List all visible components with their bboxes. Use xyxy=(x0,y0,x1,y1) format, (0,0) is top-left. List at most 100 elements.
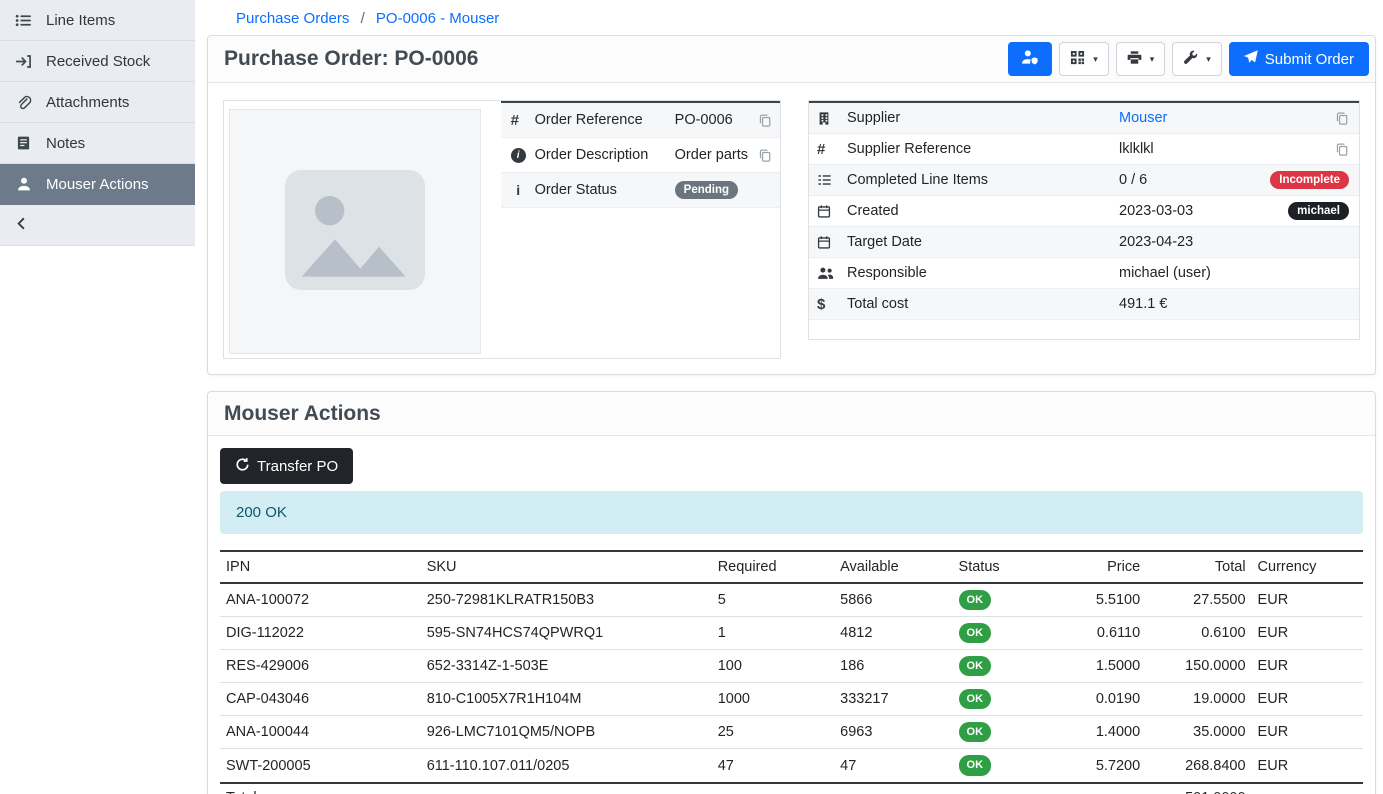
order-description-row: i Order Description Order parts xyxy=(501,138,780,173)
info-circle-icon: i xyxy=(511,148,526,163)
sidebar-item-attachments[interactable]: Attachments xyxy=(0,82,195,123)
po-image-placeholder[interactable] xyxy=(229,109,481,354)
cell-required: 1 xyxy=(712,617,834,650)
row-label: Order Status xyxy=(535,182,675,198)
breadcrumb-link-purchase-orders[interactable]: Purchase Orders xyxy=(236,10,349,27)
chevron-down-icon: ▾ xyxy=(1093,55,1098,64)
col-available: Available xyxy=(834,551,952,583)
order-reference-row: # Order Reference PO-0006 xyxy=(501,103,780,138)
ok-badge: OK xyxy=(959,722,992,742)
print-menu-button[interactable]: ▾ xyxy=(1116,42,1166,76)
table-header-row: IPN SKU Required Available Status Price … xyxy=(220,551,1363,583)
copy-icon[interactable] xyxy=(758,113,772,128)
cell-price: 5.7200 xyxy=(1053,749,1146,783)
sidebar-item-mouser-actions[interactable]: Mouser Actions xyxy=(0,164,195,205)
cell-total: 35.0000 xyxy=(1146,716,1251,749)
target-date-row: Target Date 2023-04-23 xyxy=(809,227,1359,258)
supplier-link[interactable]: Mouser xyxy=(1119,110,1167,126)
copy-icon[interactable] xyxy=(1335,142,1349,157)
paperclip-icon xyxy=(14,94,33,111)
table-row: SWT-200005 611-110.107.011/0205 47 47 OK… xyxy=(220,749,1363,783)
building-icon xyxy=(817,111,847,126)
col-ipn: IPN xyxy=(220,551,421,583)
cell-ipn: DIG-112022 xyxy=(220,617,421,650)
line-items-table: IPN SKU Required Available Status Price … xyxy=(220,550,1363,794)
sign-in-icon xyxy=(14,53,33,70)
chevron-left-icon xyxy=(14,216,29,235)
table-footer-row: Total 501.0000 xyxy=(220,783,1363,794)
supplier-row: Supplier Mouser xyxy=(809,103,1359,134)
cell-ipn: ANA-100044 xyxy=(220,716,421,749)
sidebar-item-line-items[interactable]: Line Items xyxy=(0,0,195,41)
cell-currency: EUR xyxy=(1252,617,1363,650)
row-label: Responsible xyxy=(847,265,1119,281)
mouser-actions-card-header: Mouser Actions xyxy=(208,392,1375,436)
transfer-po-button[interactable]: Transfer PO xyxy=(220,448,353,484)
incomplete-badge: Incomplete xyxy=(1270,171,1349,190)
cell-total: 268.8400 xyxy=(1146,749,1251,783)
cell-price: 1.4000 xyxy=(1053,716,1146,749)
total-cost-row: $ Total cost 491.1 € xyxy=(809,289,1359,320)
table-row: ANA-100044 926-LMC7101QM5/NOPB 25 6963 O… xyxy=(220,716,1363,749)
cell-ipn: ANA-100072 xyxy=(220,583,421,617)
created-row: Created 2023-03-03 michael xyxy=(809,196,1359,227)
row-label: Supplier xyxy=(847,110,1119,126)
cell-currency: EUR xyxy=(1252,650,1363,683)
row-label: Order Reference xyxy=(535,112,675,128)
cell-currency: EUR xyxy=(1252,716,1363,749)
status-alert: 200 OK xyxy=(220,491,1363,534)
cell-status: OK xyxy=(953,583,1053,617)
row-value: 0 / 6 xyxy=(1119,172,1270,188)
copy-icon[interactable] xyxy=(1335,111,1349,126)
list-check-icon xyxy=(817,173,847,187)
cell-status: OK xyxy=(953,749,1053,783)
supplier-details-panel: Supplier Mouser # Supplier Reference lkl… xyxy=(808,100,1360,340)
breadcrumb-link-current-po[interactable]: PO-0006 - Mouser xyxy=(376,10,499,27)
panel-title: Mouser Actions xyxy=(224,402,381,426)
cell-currency: EUR xyxy=(1252,683,1363,716)
cell-available: 186 xyxy=(834,650,952,683)
cell-sku: 652-3314Z-1-503E xyxy=(421,650,712,683)
user-shield-icon xyxy=(1021,49,1039,69)
list-icon xyxy=(14,12,33,29)
sidebar-item-received-stock[interactable]: Received Stock xyxy=(0,41,195,82)
submit-order-button[interactable]: Submit Order xyxy=(1229,42,1369,76)
image-icon xyxy=(275,160,435,304)
hash-icon: # xyxy=(817,141,847,158)
sidebar-item-label: Mouser Actions xyxy=(46,176,149,193)
row-label: Created xyxy=(847,203,1119,219)
user-icon xyxy=(14,176,33,192)
cell-status: OK xyxy=(953,650,1053,683)
cell-price: 5.5100 xyxy=(1053,583,1146,617)
table-row: RES-429006 652-3314Z-1-503E 100 186 OK 1… xyxy=(220,650,1363,683)
copy-icon[interactable] xyxy=(758,148,772,163)
row-value: PO-0006 xyxy=(675,112,748,128)
supplier-user-button[interactable] xyxy=(1008,42,1052,76)
main-content: Purchase Orders / PO-0006 - Mouser Purch… xyxy=(195,0,1383,794)
transfer-po-label: Transfer PO xyxy=(257,458,338,475)
sidebar-collapse-button[interactable] xyxy=(0,205,195,246)
col-status: Status xyxy=(953,551,1053,583)
sidebar-item-label: Notes xyxy=(46,135,85,152)
actions-menu-button[interactable]: ▾ xyxy=(1172,42,1222,76)
cell-available: 333217 xyxy=(834,683,952,716)
sidebar-item-notes[interactable]: Notes xyxy=(0,123,195,164)
submit-order-label: Submit Order xyxy=(1265,51,1354,68)
cell-required: 100 xyxy=(712,650,834,683)
mouser-actions-body: Transfer PO 200 OK IPN SKU Required Avai… xyxy=(208,436,1375,794)
cell-status: OK xyxy=(953,683,1053,716)
breadcrumb: Purchase Orders / PO-0006 - Mouser xyxy=(207,8,1376,35)
barcode-menu-button[interactable]: ▾ xyxy=(1059,42,1109,76)
page-title: Purchase Order: PO-0006 xyxy=(224,47,478,71)
col-total: Total xyxy=(1146,551,1251,583)
row-label: Target Date xyxy=(847,234,1119,250)
created-by-badge-wrap: michael xyxy=(1288,202,1349,221)
completed-line-items-row: Completed Line Items 0 / 6 Incomplete xyxy=(809,165,1359,196)
row-value: 2023-03-03 xyxy=(1119,203,1288,219)
ok-badge: OK xyxy=(959,623,992,643)
calendar-icon xyxy=(817,235,847,250)
status-badge: Pending xyxy=(675,181,738,200)
col-price: Price xyxy=(1053,551,1146,583)
cell-status: OK xyxy=(953,716,1053,749)
cell-total: 19.0000 xyxy=(1146,683,1251,716)
